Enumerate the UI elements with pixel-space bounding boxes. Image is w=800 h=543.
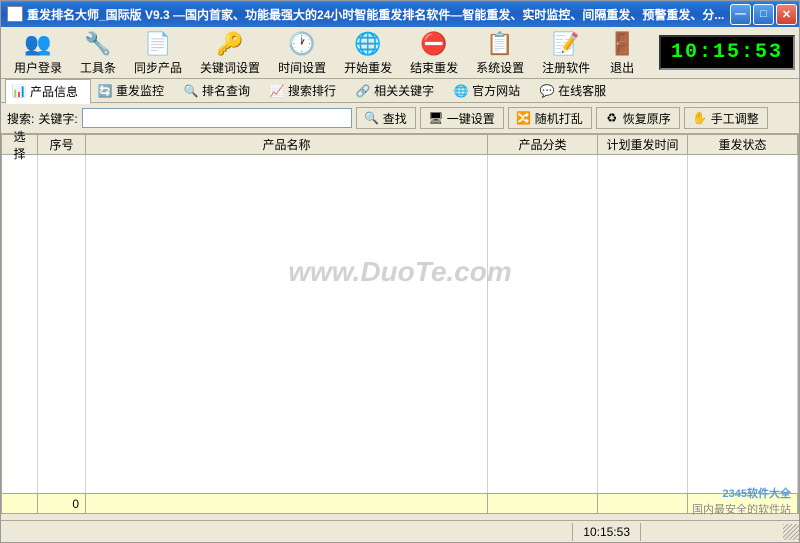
wrench-icon: 🔧: [84, 30, 112, 58]
maximize-button[interactable]: □: [753, 4, 774, 25]
tab-rank-query[interactable]: 🔍 排名查询: [177, 78, 263, 103]
search-icon: 🔍: [365, 111, 379, 125]
stop-icon: ⛔: [420, 30, 448, 58]
tab-label: 相关关键字: [374, 82, 434, 99]
footer-count: 0: [38, 494, 86, 513]
restore-button[interactable]: ♻恢复原序: [596, 107, 680, 129]
tab-search-rank[interactable]: 📈 搜索排行: [263, 78, 349, 103]
col-category[interactable]: 产品分类: [488, 135, 598, 154]
window-controls: — □ ✕: [730, 4, 797, 25]
tool-start[interactable]: 🌐开始重发: [335, 27, 401, 79]
document-icon: 📄: [144, 30, 172, 58]
tab-online-support[interactable]: 💬 在线客服: [533, 78, 619, 103]
recycle-icon: ♻: [605, 111, 619, 125]
main-toolbar: 👥用户登录 🔧工具条 📄同步产品 🔑关键词设置 🕐时间设置 🌐开始重发 ⛔结束重…: [1, 27, 799, 79]
tab-official-site[interactable]: 🌐 官方网站: [447, 78, 533, 103]
users-icon: 👥: [24, 30, 52, 58]
tab-label: 排名查询: [202, 82, 250, 99]
tool-settings[interactable]: 📋系统设置: [467, 27, 533, 79]
status-bar: 10:15:53: [1, 520, 799, 542]
resize-grip[interactable]: [783, 524, 799, 540]
col-name[interactable]: 产品名称: [86, 135, 488, 154]
search-icon: 🔍: [184, 84, 198, 98]
minimize-button[interactable]: —: [730, 4, 751, 25]
clock-display: 10:15:53: [659, 35, 795, 70]
window-title: 重发排名大师_国际版 V9.3 —国内首家、功能最强大的24小时智能重发排名软件…: [27, 6, 730, 23]
tab-product-info[interactable]: 📊 产品信息: [5, 79, 91, 104]
tool-login[interactable]: 👥用户登录: [5, 27, 71, 79]
tab-label: 搜索排行: [288, 82, 336, 99]
titlebar: 重发排名大师_国际版 V9.3 —国内首家、功能最强大的24小时智能重发排名软件…: [1, 1, 799, 27]
tab-label: 官方网站: [472, 82, 520, 99]
clipboard-icon: 📋: [486, 30, 514, 58]
trend-icon: 📈: [270, 84, 284, 98]
tool-toolbar[interactable]: 🔧工具条: [71, 27, 125, 79]
keyword-input[interactable]: [82, 108, 352, 128]
col-plan-time[interactable]: 计划重发时间: [598, 135, 688, 154]
globe-icon: 🌐: [354, 30, 382, 58]
col-status[interactable]: 重发状态: [688, 135, 798, 154]
footer-select: [2, 494, 38, 513]
hand-icon: ✋: [693, 111, 707, 125]
key-icon: 🔑: [216, 30, 244, 58]
tool-stop[interactable]: ⛔结束重发: [401, 27, 467, 79]
tab-label: 重发监控: [116, 82, 164, 99]
shuffle-button[interactable]: 🔀随机打乱: [508, 107, 592, 129]
status-time: 10:15:53: [575, 525, 638, 539]
chart-icon: 📊: [12, 84, 26, 98]
close-button[interactable]: ✕: [776, 4, 797, 25]
monitor-icon: 🖥: [429, 111, 443, 125]
tool-exit[interactable]: 🚪退出: [599, 27, 645, 79]
find-button[interactable]: 🔍查找: [356, 107, 416, 129]
tool-keywords[interactable]: 🔑关键词设置: [191, 27, 269, 79]
one-click-button[interactable]: 🖥一键设置: [420, 107, 504, 129]
product-table: 选择 序号 产品名称 产品分类 计划重发时间 重发状态 0: [1, 134, 799, 514]
tab-bar: 📊 产品信息 🔄 重发监控 🔍 排名查询 📈 搜索排行 🔗 相关关键字 🌐 官方网站 💬 在线…: [1, 79, 799, 103]
tab-resend-monitor[interactable]: 🔄 重发监控: [91, 78, 177, 103]
tab-label: 在线客服: [558, 82, 606, 99]
manual-button[interactable]: ✋手工调整: [684, 107, 768, 129]
keyword-label: 关键字:: [38, 110, 77, 127]
refresh-icon: 🔄: [98, 84, 112, 98]
tab-label: 产品信息: [30, 83, 78, 100]
table-footer: 0: [2, 493, 798, 513]
globe-icon: 🌐: [454, 84, 468, 98]
tool-sync[interactable]: 📄同步产品: [125, 27, 191, 79]
exit-icon: 🚪: [608, 30, 636, 58]
chat-icon: 💬: [540, 84, 554, 98]
pencil-icon: 📝: [552, 30, 580, 58]
app-icon: [7, 6, 23, 22]
tool-register[interactable]: 📝注册软件: [533, 27, 599, 79]
shuffle-icon: 🔀: [517, 111, 531, 125]
search-prefix: 搜索:: [7, 110, 34, 127]
table-header: 选择 序号 产品名称 产品分类 计划重发时间 重发状态: [2, 135, 798, 155]
tab-related-keywords[interactable]: 🔗 相关关键字: [349, 78, 447, 103]
tool-time[interactable]: 🕐时间设置: [269, 27, 335, 79]
table-body: [2, 155, 798, 493]
link-icon: 🔗: [356, 84, 370, 98]
col-seq[interactable]: 序号: [38, 135, 86, 154]
col-select[interactable]: 选择: [2, 135, 38, 154]
clock-icon: 🕐: [288, 30, 316, 58]
search-bar: 搜索: 关键字: 🔍查找 🖥一键设置 🔀随机打乱 ♻恢复原序 ✋手工调整: [1, 103, 799, 134]
